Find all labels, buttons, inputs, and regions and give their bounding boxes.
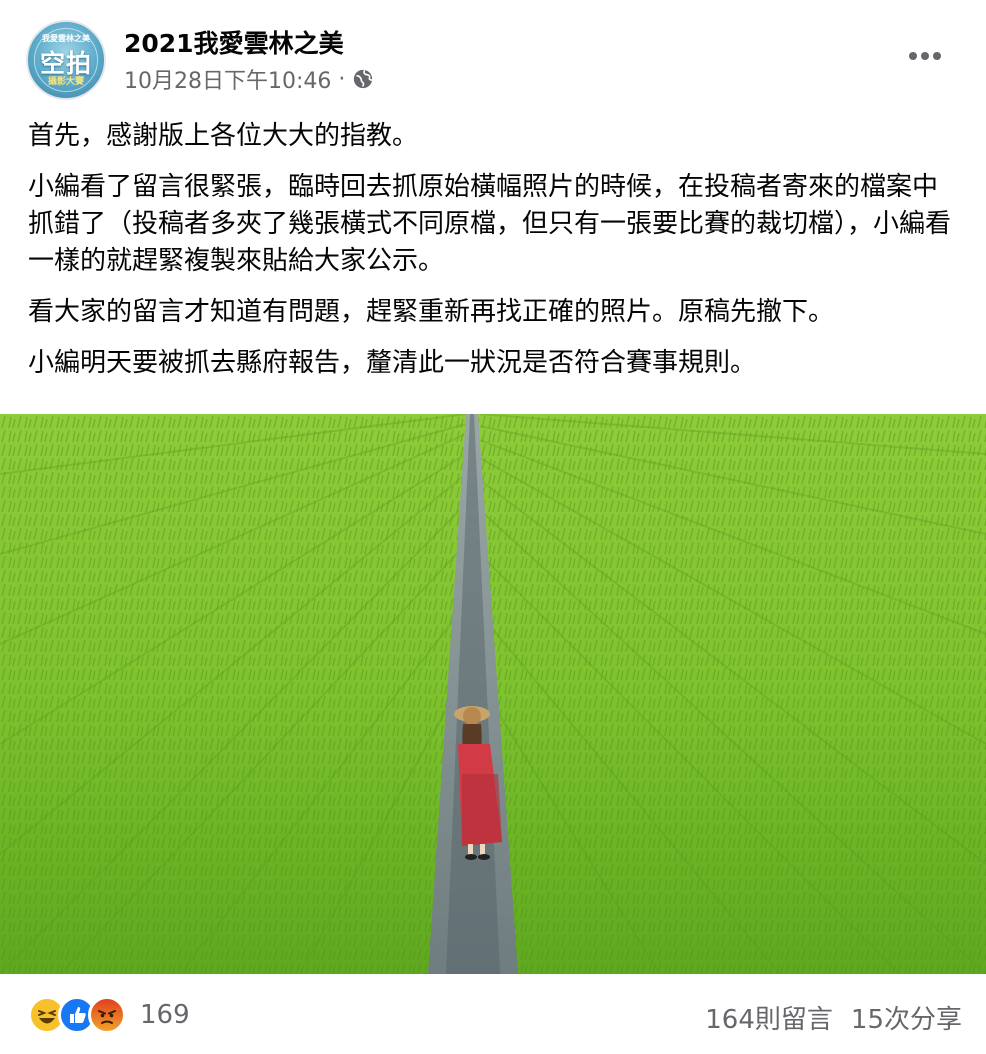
post-stats: 164則留言 15次分享 (705, 999, 962, 1036)
more-dot-icon (933, 52, 941, 60)
reaction-count: 169 (140, 1000, 190, 1030)
post-paragraph: 首先，感謝版上各位大大的指教。 (28, 121, 419, 151)
globe-icon[interactable] (352, 68, 374, 90)
angry-reaction-icon (88, 996, 126, 1034)
avatar-top-text: 我愛雲林之美 (42, 34, 90, 43)
more-options-button[interactable] (900, 38, 950, 74)
more-dot-icon (921, 52, 929, 60)
rice-field-aerial-photo (0, 414, 986, 974)
post-paragraph: 小編看了留言很緊張，臨時回去抓原始橫幅照片的時候，在投稿者寄來的檔案中抓錯了（投… (28, 172, 952, 276)
avatar-bottom-text: 攝影大賽 (47, 77, 84, 87)
post-header: 我愛雲林之美 空拍 攝影大賽 2021我愛雲林之美 10月28日下午10:46 … (0, 0, 986, 110)
post-photo[interactable] (0, 414, 986, 974)
post-paragraph: 小編明天要被抓去縣府報告，釐清此一狀況是否符合賽事規則。 (28, 348, 757, 378)
post-footer: 169 164則留言 15次分享 (0, 975, 986, 1054)
post-paragraph: 看大家的留言才知道有問題，趕緊重新再找正確的照片。原稿先撤下。 (28, 297, 835, 327)
reactions-summary[interactable]: 169 (28, 995, 190, 1035)
page-avatar[interactable]: 我愛雲林之美 空拍 攝影大賽 (26, 20, 106, 100)
post-meta: 10月28日下午10:46 · (124, 64, 374, 94)
meta-separator: · (338, 66, 346, 92)
post-timestamp[interactable]: 10月28日下午10:46 (124, 63, 331, 95)
comments-count-link[interactable]: 164則留言 (705, 999, 833, 1036)
more-dot-icon (909, 52, 917, 60)
page-name-link[interactable]: 2021我愛雲林之美 (124, 24, 344, 60)
post-text: 首先，感謝版上各位大大的指教。 小編看了留言很緊張，臨時回去抓原始橫幅照片的時候… (28, 118, 963, 396)
shares-count-link[interactable]: 15次分享 (851, 999, 962, 1036)
